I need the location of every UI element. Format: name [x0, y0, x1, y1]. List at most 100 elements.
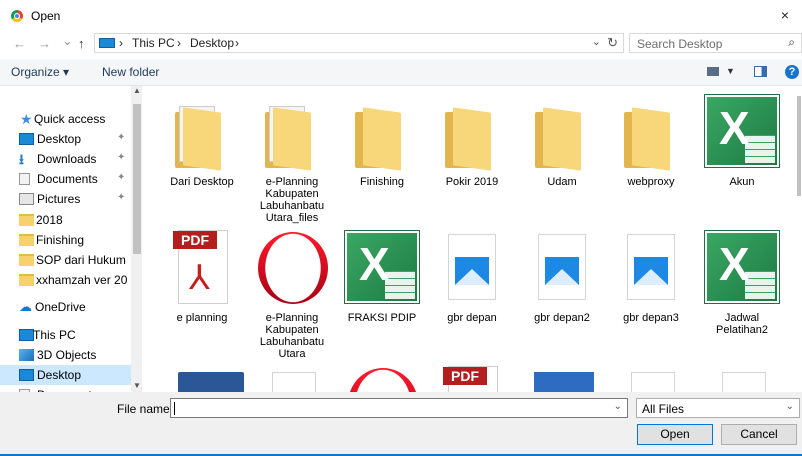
file-item[interactable]: Dari Desktop	[160, 92, 244, 188]
scroll-down-icon[interactable]: ▼	[133, 381, 141, 390]
scroll-up-icon[interactable]: ▲	[133, 86, 141, 95]
sidebar-item-label: Desktop	[37, 132, 82, 146]
pin-icon[interactable]: ✦	[117, 152, 125, 163]
this-pc-icon	[99, 38, 115, 48]
address-dropdown-icon[interactable]: ⌄	[592, 35, 601, 48]
opera-icon	[340, 364, 424, 392]
breadcrumb-separator[interactable]: ›	[119, 36, 123, 50]
back-arrow-icon[interactable]: ←	[13, 36, 26, 51]
file-item-label: Udam	[547, 176, 577, 188]
image-icon	[609, 228, 693, 308]
sidebar-item[interactable]: Documents	[0, 385, 131, 392]
view-options-icon[interactable]	[707, 67, 719, 76]
onedrive-icon: ☁	[19, 299, 32, 314]
navigation-scrollbar[interactable]: ▲ ▼	[131, 86, 142, 392]
sidebar-item-label: 3D Objects	[37, 348, 97, 362]
folder-icon	[340, 92, 424, 172]
sidebar-item[interactable]: SOP dari Hukum	[0, 250, 131, 270]
sidebar-item-label: xxhamzah ver 20	[36, 273, 128, 287]
sidebar-item[interactable]: This PC	[0, 325, 131, 345]
search-input[interactable]	[630, 34, 789, 54]
open-button[interactable]: Open	[637, 424, 713, 445]
sidebar-item[interactable]: 3D Objects	[0, 345, 131, 365]
cancel-button[interactable]: Cancel	[721, 424, 797, 445]
file-item[interactable]	[160, 364, 244, 392]
recent-locations-icon[interactable]: ⌄	[62, 33, 73, 49]
file-item[interactable]: gbr depan3	[609, 228, 693, 324]
sidebar-item-label: Documents	[37, 172, 98, 186]
sidebar-item[interactable]: ☁ OneDrive	[0, 297, 131, 317]
file-item[interactable]: Finishing	[340, 92, 424, 188]
file-item[interactable]: X Jadwal Pelatihan2	[700, 228, 784, 336]
documents-icon	[19, 173, 30, 185]
breadcrumb-desktop[interactable]: Desktop	[190, 36, 234, 50]
file-item[interactable]	[520, 364, 604, 392]
forward-arrow-icon[interactable]: →	[38, 36, 51, 51]
sidebar-item[interactable]: Finishing	[0, 230, 131, 250]
file-item[interactable]	[609, 364, 693, 392]
sidebar-item[interactable]: Documents ✦	[0, 169, 131, 189]
search-box[interactable]: ⌕	[629, 33, 802, 54]
breadcrumb-separator[interactable]: ›	[177, 36, 181, 50]
sidebar-item[interactable]: Pictures ✦	[0, 189, 131, 209]
file-name-input[interactable]: ⌄	[170, 398, 628, 418]
scroll-thumb[interactable]	[133, 104, 141, 254]
file-item-label: FRAKSI PDIP	[347, 312, 417, 324]
file-item[interactable]	[700, 364, 784, 392]
file-item[interactable]: X Akun	[700, 92, 784, 188]
pin-icon[interactable]: ✦	[117, 132, 125, 143]
address-row: ← → ⌄ ↑ › This PC › Desktop › ⌄ ↻ ⌕	[0, 33, 802, 55]
file-item[interactable]: gbr depan2	[520, 228, 604, 324]
file-item[interactable]: PDF⅄	[430, 364, 514, 392]
sidebar-item[interactable]: ★ Quick access	[0, 109, 131, 129]
file-list-scrollbar[interactable]	[796, 86, 802, 392]
folder-icon	[19, 274, 34, 286]
blank-icon	[700, 364, 784, 392]
star-icon: ★	[20, 111, 33, 127]
sidebar-item[interactable]: Desktop ✦	[0, 129, 131, 149]
sidebar-item[interactable]: ⭳ Downloads ✦	[0, 149, 131, 169]
folder-icon	[19, 234, 34, 246]
desktop-icon	[19, 369, 34, 381]
ppt-icon	[520, 364, 604, 392]
file-item[interactable]: Udam	[520, 92, 604, 188]
new-folder-button[interactable]: New folder	[102, 65, 159, 79]
file-item[interactable]	[340, 364, 424, 392]
file-item[interactable]: Pokir 2019	[430, 92, 514, 188]
preview-pane-icon[interactable]	[754, 66, 767, 77]
file-item[interactable]	[250, 364, 334, 392]
file-item[interactable]: e-Planning Kabupaten Labuhanbatu Utara_f…	[250, 92, 334, 224]
close-icon[interactable]: ×	[774, 5, 796, 25]
pdf-icon: PDF⅄	[160, 228, 244, 308]
search-icon[interactable]: ⌕	[788, 35, 795, 50]
file-item[interactable]: PDF ⅄ e planning	[160, 228, 244, 324]
image-icon	[430, 228, 514, 308]
file-item[interactable]: gbr depan	[430, 228, 514, 324]
file-item-label: gbr depan2	[534, 312, 590, 324]
sidebar-item[interactable]: Desktop	[0, 365, 131, 385]
chevron-down-icon[interactable]: ⌄	[786, 401, 794, 412]
file-name-dropdown-icon[interactable]: ⌄	[614, 401, 622, 412]
file-item-label: e-Planning Kabupaten Labuhanbatu Utara_f…	[259, 176, 325, 224]
breadcrumb-this-pc[interactable]: This PC	[132, 36, 175, 50]
sidebar-item[interactable]: xxhamzah ver 20	[0, 270, 131, 290]
refresh-icon[interactable]: ↻	[607, 35, 618, 51]
chrome-app-icon	[11, 10, 23, 22]
view-dropdown-icon[interactable]: ▼	[726, 66, 735, 76]
file-type-select[interactable]: All Files ⌄	[636, 398, 800, 418]
pin-icon[interactable]: ✦	[117, 172, 125, 183]
organize-button[interactable]: Organize ▾	[11, 65, 69, 79]
file-list: Dari Desktop e-Planning Kabupaten Labuhan…	[142, 86, 796, 392]
address-bar[interactable]: › This PC › Desktop › ⌄ ↻	[94, 33, 624, 53]
file-item[interactable]: webproxy	[609, 92, 693, 188]
breadcrumb-separator[interactable]: ›	[235, 36, 239, 50]
help-icon[interactable]: ?	[785, 65, 799, 79]
sidebar-item[interactable]: 2018	[0, 210, 131, 230]
file-item-label: Akun	[729, 176, 755, 188]
up-arrow-icon[interactable]: ↑	[78, 36, 85, 51]
file-item[interactable]: e-Planning Kabupaten Labuhanbatu Utara	[250, 228, 334, 360]
scroll-thumb[interactable]	[797, 96, 801, 196]
image-icon	[520, 228, 604, 308]
pin-icon[interactable]: ✦	[117, 192, 125, 203]
file-item[interactable]: X FRAKSI PDIP	[340, 228, 424, 324]
